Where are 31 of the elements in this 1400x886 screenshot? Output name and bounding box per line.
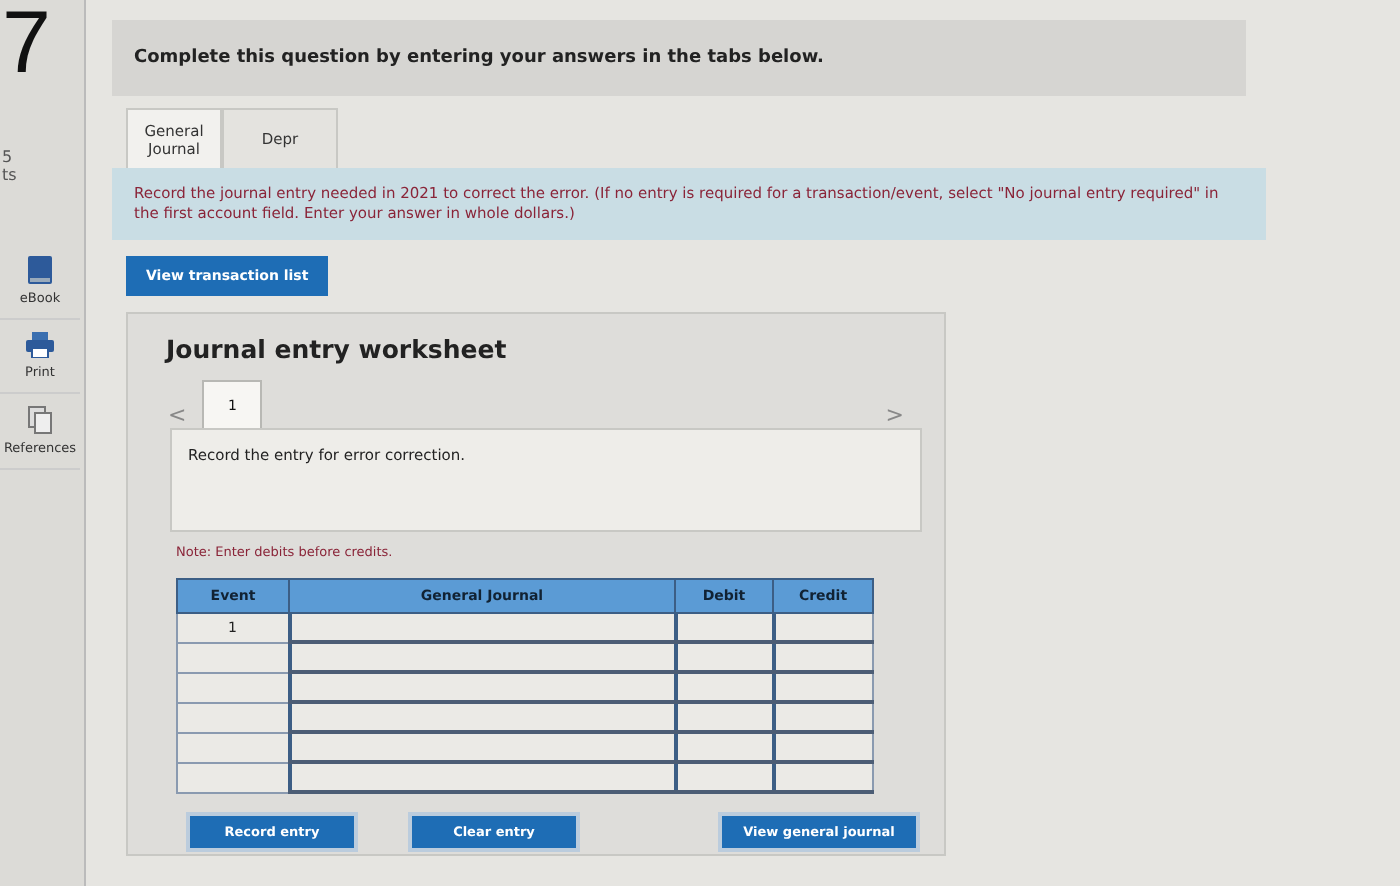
account-input[interactable] bbox=[289, 642, 675, 672]
debit-input[interactable] bbox=[675, 702, 773, 732]
debit-input[interactable] bbox=[675, 642, 773, 672]
debit-input[interactable] bbox=[675, 672, 773, 702]
worksheet-title: Journal entry worksheet bbox=[166, 334, 509, 364]
printer-icon bbox=[26, 332, 54, 358]
credit-input[interactable] bbox=[773, 613, 873, 642]
event-cell bbox=[177, 732, 289, 762]
account-input[interactable] bbox=[289, 672, 675, 702]
credit-input[interactable] bbox=[773, 732, 873, 762]
event-cell bbox=[177, 762, 289, 792]
account-input[interactable] bbox=[289, 762, 675, 792]
credit-input[interactable] bbox=[773, 642, 873, 672]
account-input[interactable] bbox=[289, 702, 675, 732]
points-label: ts bbox=[2, 166, 17, 184]
points-label: 5 bbox=[2, 148, 13, 166]
debit-input[interactable] bbox=[675, 613, 773, 642]
debit-input[interactable] bbox=[675, 762, 773, 792]
debit-input[interactable] bbox=[675, 732, 773, 762]
event-cell bbox=[177, 642, 289, 672]
book-icon bbox=[28, 256, 52, 284]
question-number: 7 bbox=[2, 0, 51, 88]
credit-input[interactable] bbox=[773, 702, 873, 732]
credit-input[interactable] bbox=[773, 672, 873, 702]
account-input[interactable] bbox=[289, 732, 675, 762]
event-cell bbox=[177, 702, 289, 732]
event-cell bbox=[177, 672, 289, 702]
credit-input[interactable] bbox=[773, 762, 873, 792]
account-input[interactable] bbox=[289, 613, 675, 642]
pages-icon bbox=[28, 406, 52, 434]
instructions-banner: Complete this question by entering your answers in the tabs below. bbox=[112, 20, 1246, 96]
